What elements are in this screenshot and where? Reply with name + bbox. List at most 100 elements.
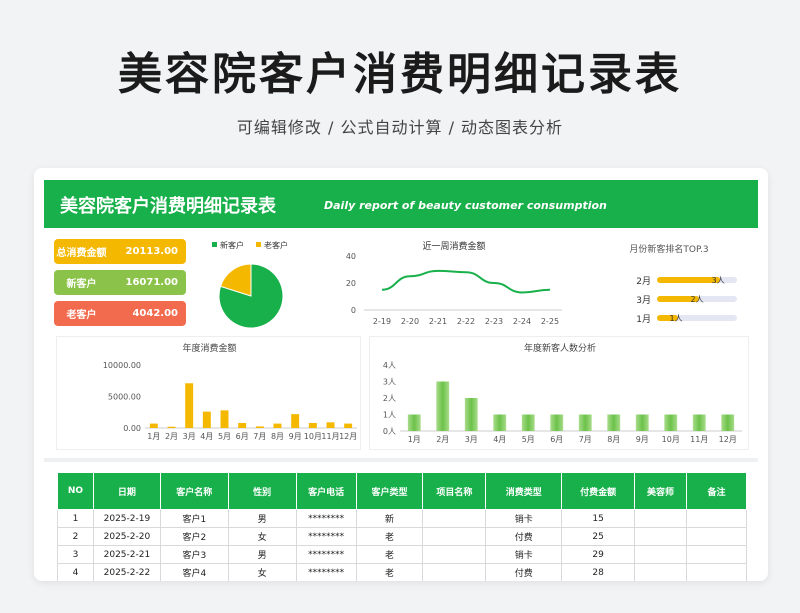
table-header-cell: 付费金额 <box>561 472 636 510</box>
table-cell[interactable]: 新 <box>355 509 424 528</box>
table-cell[interactable]: ******** <box>295 509 357 528</box>
pie-legend-swatch <box>256 242 261 247</box>
bar <box>291 414 300 428</box>
table-cell[interactable] <box>422 527 487 546</box>
table-cell[interactable] <box>634 509 687 528</box>
bar-y-tick: 0.00 <box>123 424 141 433</box>
table-cell[interactable]: 2025-2-21 <box>92 545 161 564</box>
bar-y-tick: 0人 <box>383 427 396 436</box>
bar <box>255 426 264 428</box>
top3-label: 1月 <box>636 314 651 325</box>
table-cell[interactable]: 2 <box>57 527 94 546</box>
kpi-total: 总消费金额 20113.00 <box>54 239 186 264</box>
table-cell[interactable]: 4 <box>57 563 94 581</box>
table-row[interactable]: 2 2025-2-20 客户2 女 ******** 老 付费 25 <box>57 527 747 546</box>
bar-x-tick: 11月 <box>321 432 339 441</box>
page-title: 美容院客户消费明细记录表 <box>118 49 682 100</box>
detail-table: NO 日期 客户名称 性别 客户电话 客户类型 项目名称 消费类型 付费金额 美容师 备注 1 202… <box>57 472 747 581</box>
bar <box>185 383 194 428</box>
bar-x-tick: 10月 <box>304 432 322 441</box>
table-cell[interactable] <box>686 509 747 528</box>
table-cell[interactable]: 2025-2-20 <box>92 527 161 546</box>
table-cell[interactable]: 销卡 <box>485 545 563 564</box>
table-cell[interactable] <box>634 527 687 546</box>
table-cell[interactable]: 老 <box>355 545 424 564</box>
table-cell[interactable]: ******** <box>295 545 357 564</box>
table-cell[interactable]: 男 <box>227 545 297 564</box>
table-cell[interactable] <box>422 563 487 581</box>
table-cell[interactable] <box>422 509 487 528</box>
table-cell[interactable]: 3 <box>57 545 94 564</box>
bar <box>344 423 353 428</box>
bar-x-tick: 4月 <box>493 435 506 444</box>
bar-x-tick: 7月 <box>253 432 266 441</box>
table-cell[interactable]: ******** <box>295 527 357 546</box>
table-cell[interactable] <box>686 563 747 581</box>
table-cell[interactable]: 女 <box>227 527 297 546</box>
annual-newcust-chart: 年度新客人数分析 0人 1人 2人 3人 4人 1月 2月 3月 4月 5月 6月 7月 8月 9月 10月 1… <box>383 342 742 444</box>
bar-x-tick: 12月 <box>339 432 357 441</box>
table-header-cell: 消费类型 <box>485 472 563 510</box>
table-cell[interactable]: 老 <box>355 563 424 581</box>
table-cell[interactable] <box>634 545 687 564</box>
line-x-tick: 2-23 <box>485 317 503 326</box>
table-header-cell: 美容师 <box>634 472 687 510</box>
table-cell[interactable]: 销卡 <box>485 509 563 528</box>
kpi-new: 新客户 16071.00 <box>54 270 186 295</box>
line-x-tick: 2-19 <box>373 317 391 326</box>
line-y-tick: 20 <box>346 279 356 288</box>
table-cell[interactable] <box>686 545 747 564</box>
table-cell[interactable] <box>634 563 687 581</box>
bar-y-tick: 2人 <box>383 394 396 403</box>
table-cell[interactable]: 男 <box>227 509 297 528</box>
bar-y-tick: 4人 <box>383 361 396 370</box>
annual-newcust-panel: 年度新客人数分析 0人 1人 2人 3人 4人 1月 2月 3月 4月 5月 6月 7月 8月 9月 10月 1… <box>369 336 749 450</box>
pie-legend-label: 新客户 <box>220 240 244 250</box>
page-subtitle: 可编辑修改 / 公式自动计算 / 动态图表分析 <box>236 118 564 137</box>
table-row[interactable]: 3 2025-2-21 客户3 男 ******** 老 销卡 29 <box>57 545 747 564</box>
bar <box>308 422 317 428</box>
kpi-new-value: 16071.00 <box>125 277 178 288</box>
table-cell[interactable]: 客户3 <box>159 545 229 564</box>
table-header-cell: 客户名称 <box>159 472 229 510</box>
table-cell[interactable]: 客户2 <box>159 527 229 546</box>
table-cell[interactable]: 15 <box>561 509 636 528</box>
table-cell[interactable]: 28 <box>561 563 636 581</box>
table-row[interactable]: 4 2025-2-22 客户4 女 ******** 老 付费 28 <box>57 563 747 581</box>
pie-legend-label: 老客户 <box>264 240 288 250</box>
bar-y-tick: 3人 <box>383 378 396 387</box>
top3-value-label: 3人 <box>712 276 725 285</box>
table-cell[interactable]: 女 <box>227 563 297 581</box>
table-cell[interactable]: 客户4 <box>159 563 229 581</box>
bar <box>550 414 564 431</box>
table-cell[interactable]: 客户1 <box>159 509 229 528</box>
bar-x-tick: 3月 <box>465 435 478 444</box>
section-divider <box>44 458 758 462</box>
bar-x-tick: 7月 <box>579 435 592 444</box>
table-row[interactable]: 1 2025-2-19 客户1 男 ******** 新 销卡 15 <box>57 509 747 528</box>
top3-bar-chart: 月份新客排名TOP.3 2月 3人 3月 2人 1月 1人 <box>629 243 737 325</box>
table-cell[interactable]: 25 <box>561 527 636 546</box>
table-cell[interactable]: 老 <box>355 527 424 546</box>
bar-x-tick: 2月 <box>436 435 449 444</box>
report-card: 美容院客户消费明细记录表 Daily report of beauty cust… <box>34 168 768 581</box>
kpi-total-value: 20113.00 <box>125 246 178 257</box>
bar <box>326 422 335 428</box>
bar <box>521 414 535 431</box>
table-cell[interactable]: 付费 <box>485 563 563 581</box>
table-cell[interactable]: 付费 <box>485 527 563 546</box>
line-y-tick: 40 <box>346 252 356 261</box>
top3-label: 3月 <box>636 295 651 306</box>
table-cell[interactable]: ******** <box>295 563 357 581</box>
bar <box>635 414 649 431</box>
table-cell[interactable]: 2025-2-22 <box>92 563 161 581</box>
table-cell[interactable]: 2025-2-19 <box>92 509 161 528</box>
bar-x-tick: 6月 <box>236 432 249 441</box>
bar-x-tick: 5月 <box>218 432 231 441</box>
table-cell[interactable]: 29 <box>561 545 636 564</box>
table-cell[interactable] <box>422 545 487 564</box>
annual-amount-panel: 年度消费金额 0.00 5000.00 10000.00 1月 2月 3月 4月 5月 6月 7月 8… <box>56 336 361 450</box>
bar-x-tick: 8月 <box>607 435 620 444</box>
table-cell[interactable]: 1 <box>57 509 94 528</box>
table-cell[interactable] <box>686 527 747 546</box>
